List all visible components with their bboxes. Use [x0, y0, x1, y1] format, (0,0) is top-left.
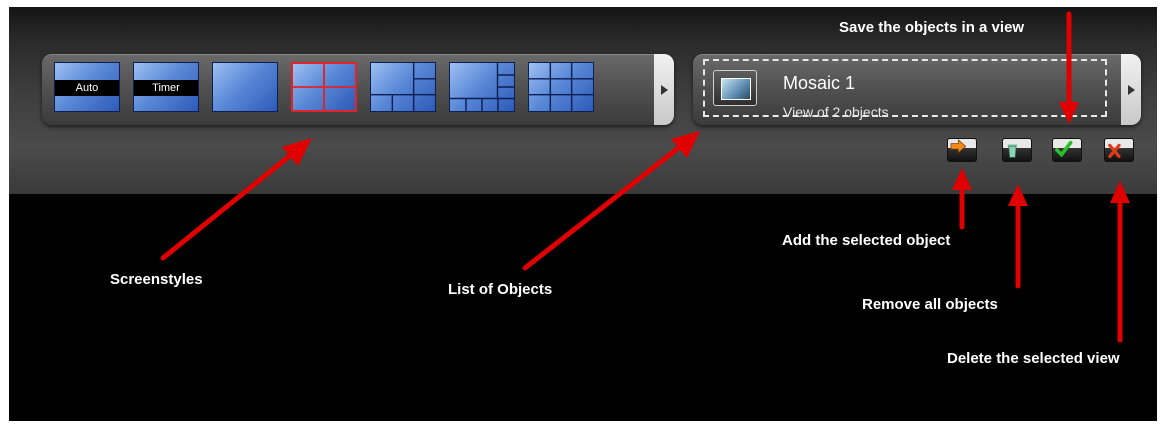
screenstyles-panel: Auto Timer: [42, 54, 674, 125]
add-arrow-icon: [950, 139, 967, 154]
object-list[interactable]: Mosaic 1 View of 2 objects: [703, 59, 1107, 120]
save-view-button[interactable]: [1052, 138, 1082, 162]
view-title: Mosaic 1: [783, 73, 856, 93]
trash-icon: [1007, 144, 1017, 158]
annotation-add-selected: Add the selected object: [782, 232, 951, 249]
quad-grid-icon: [293, 64, 355, 110]
view-thumbnail-icon: [713, 70, 757, 106]
screenstyle-single-button[interactable]: [212, 62, 278, 112]
add-selected-object-button[interactable]: [947, 138, 977, 162]
objects-panel: Mosaic 1 View of 2 objects: [693, 54, 1141, 125]
remove-all-objects-button[interactable]: [1002, 138, 1032, 162]
annotation-remove-all: Remove all objects: [862, 296, 998, 313]
screenstyle-one-plus-seven-button[interactable]: [449, 62, 515, 112]
one-plus-five-grid-icon: [371, 63, 435, 111]
screenstyle-timer-button[interactable]: Timer: [133, 62, 199, 112]
tile-label-timer: Timer: [134, 80, 198, 96]
check-icon: [1055, 140, 1073, 158]
annotation-list-of-objects: List of Objects: [448, 281, 553, 298]
objects-scroll-right-button[interactable]: [1121, 54, 1141, 125]
delete-view-button[interactable]: [1104, 138, 1134, 162]
annotation-screenstyles: Screenstyles: [110, 271, 203, 288]
chevron-right-icon: [1127, 84, 1135, 95]
chevron-right-icon: [660, 84, 668, 95]
screenstyle-auto-button[interactable]: Auto: [54, 62, 120, 112]
annotation-save-view: Save the objects in a view: [839, 19, 1025, 36]
one-plus-seven-grid-icon: [450, 63, 514, 111]
screenstyle-one-plus-five-button[interactable]: [370, 62, 436, 112]
view-subtitle: View of 2 objects: [783, 104, 889, 120]
nine-grid-icon: [529, 63, 593, 111]
screenstyles-scroll-right-button[interactable]: [654, 54, 674, 125]
x-icon: [1108, 143, 1121, 159]
screenstyle-quad-button[interactable]: [291, 62, 357, 112]
annotation-delete-view: Delete the selected view: [947, 350, 1120, 367]
tile-label-auto: Auto: [55, 80, 119, 96]
screenstyle-nine-button[interactable]: [528, 62, 594, 112]
